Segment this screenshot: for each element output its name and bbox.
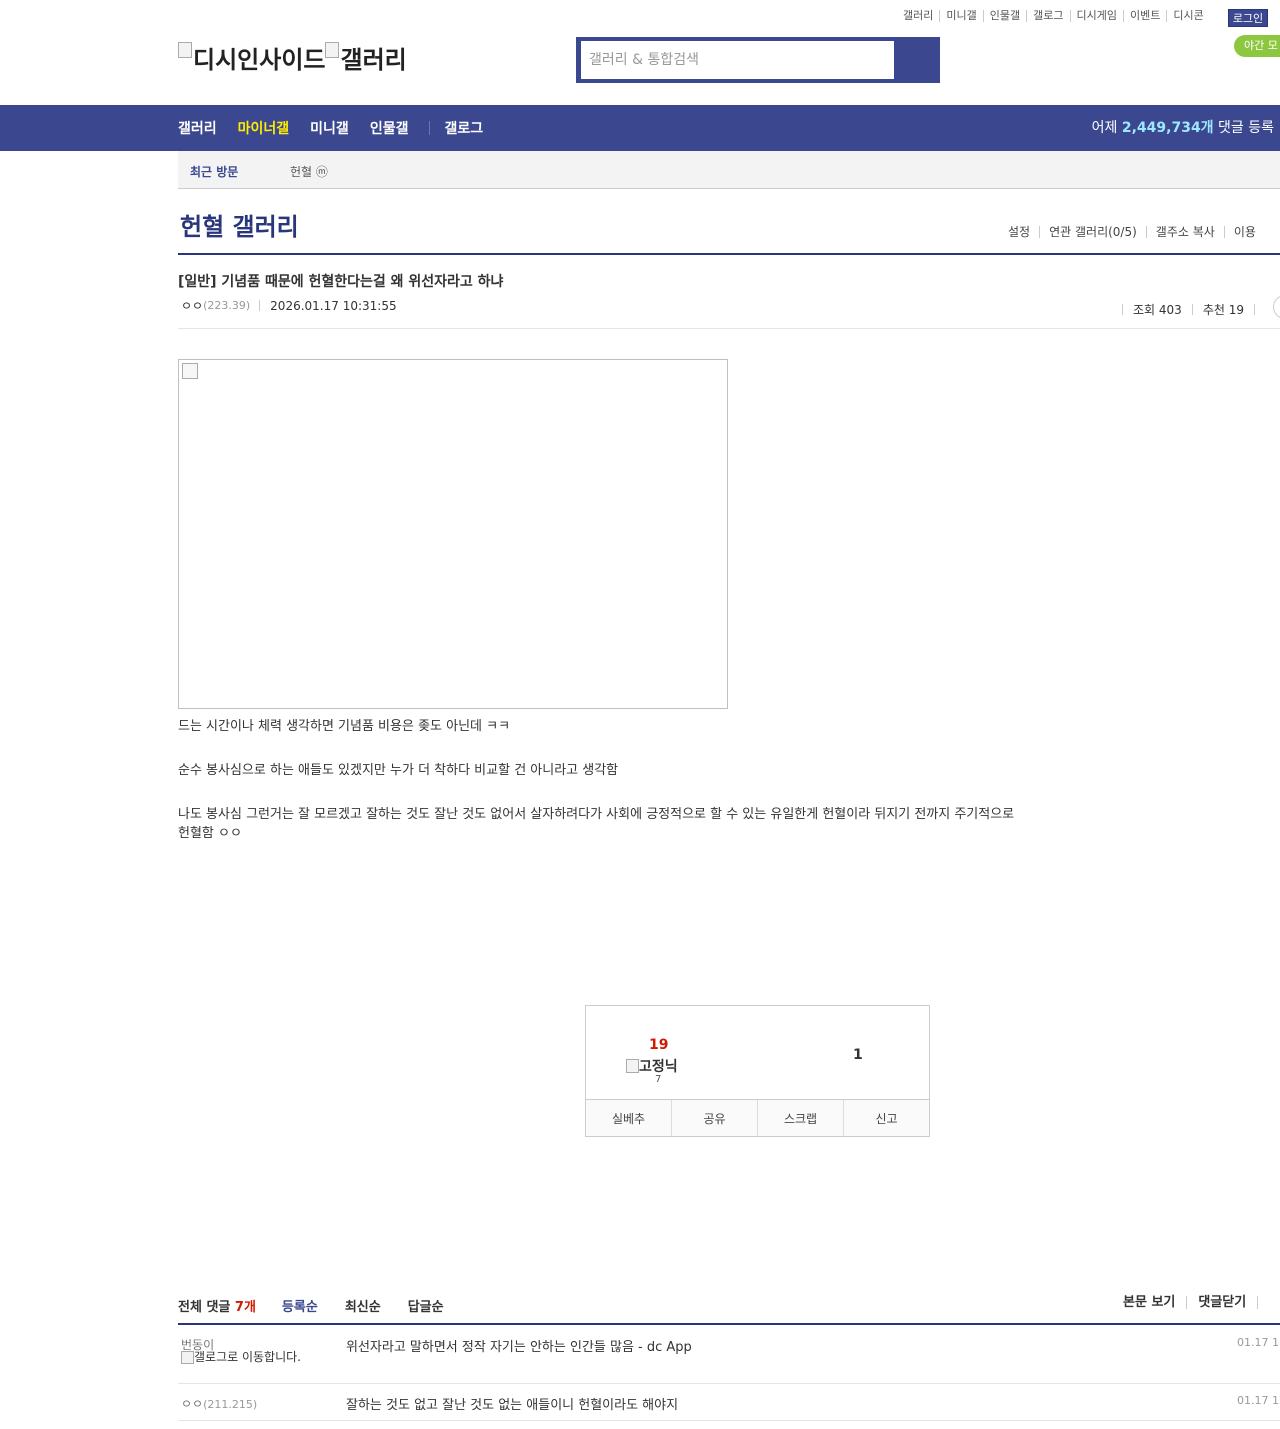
logo-gallery-text: 갤러리 — [340, 46, 407, 74]
comment-total: 전체 댓글 7개 — [178, 1296, 256, 1315]
util-gallog-link[interactable]: 갤로그 — [1026, 10, 1069, 22]
util-event-link[interactable]: 이벤트 — [1122, 10, 1166, 22]
comment-row: ㅇㅇ(211.215) 잘하는 것도 없고 잘난 것도 없는 애들이니 헌혈이라… — [178, 1384, 1280, 1421]
nav-person-gallery[interactable]: 인물갤 — [370, 118, 409, 138]
comment-date: 01.17 12 — [1237, 1394, 1280, 1407]
gallery-title[interactable]: 헌혈 갤러리 — [180, 207, 299, 242]
related-gallery-link[interactable]: 연관 갤러리(0/5) — [1039, 226, 1146, 238]
post-body-line: 드는 시간이나 체력 생각하면 기념품 비용은 좆도 아닌데 ㅋㅋ — [178, 719, 511, 734]
comment-nick[interactable]: ㅇㅇ(211.215) — [181, 1395, 257, 1412]
comment-header-actions: 본문 보기 댓글닫기 — [1123, 1296, 1280, 1309]
nav-gallery[interactable]: 갤러리 — [178, 118, 217, 138]
scrap-button[interactable]: 스크랩 — [757, 1100, 843, 1136]
comment-stat-number: 2,449,734개 — [1121, 120, 1214, 136]
logo-dcinside-text: 디시인사이드 — [193, 46, 326, 74]
recent-visit-label[interactable]: 최근 방문 — [190, 163, 238, 180]
gallog-link[interactable]: 갤로그로 이동합니다. — [181, 1351, 311, 1364]
post-header-divider — [178, 328, 1280, 329]
nav-divider — [429, 121, 431, 135]
login-button[interactable]: 로그인 — [1228, 9, 1268, 27]
search-box — [576, 37, 940, 83]
post-stats: 조회 403 추천 19 — [1122, 295, 1280, 319]
broken-image-icon — [182, 363, 198, 379]
recommend-down-count: 1 — [853, 1047, 863, 1063]
util-persongall-link[interactable]: 인물갤 — [982, 10, 1026, 22]
broken-image-icon — [325, 42, 340, 58]
search-input[interactable] — [581, 41, 894, 79]
comment-row: 번동이 갤로그로 이동합니다. 위선자라고 말하면서 정작 자기는 안하는 인간… — [178, 1325, 1280, 1384]
comment-date: 01.17 11 — [1237, 1336, 1280, 1349]
comment-stat: 어제 2,449,734개 댓글 등록 — [1092, 105, 1274, 151]
gallog-link-text: 갤로그로 이동합니다. — [194, 1350, 301, 1364]
post-actions: 실베추 공유 스크랩 신고 — [586, 1099, 929, 1136]
fixed-nick-count: 7 — [655, 1074, 662, 1085]
comment-total-label: 전체 댓글 — [178, 1300, 235, 1315]
post-body-line: 나도 봉사심 그런거는 잘 모르겠고 잘하는 것도 잘난 것도 없어서 살자하려… — [178, 807, 1015, 822]
view-post-button[interactable]: 본문 보기 — [1123, 1296, 1186, 1309]
gallery-options: 설정 연관 갤러리(0/5) 갤주소 복사 이용 — [1008, 226, 1265, 238]
broken-image-icon — [178, 42, 192, 58]
post-writer[interactable]: ㅇㅇ — [181, 297, 203, 314]
nav-mini-gallery[interactable]: 미니갤 — [310, 118, 349, 138]
share-button[interactable]: 공유 — [671, 1100, 757, 1136]
post-date: 2026.01.17 10:31:55 — [270, 298, 397, 313]
sort-registered-tab[interactable]: 등록순 — [282, 1296, 318, 1315]
recent-visit-item[interactable]: 헌혈 ⓜ — [290, 163, 328, 180]
copy-gallery-url-link[interactable]: 갤주소 복사 — [1145, 226, 1224, 238]
sort-reply-tab[interactable]: 답글순 — [408, 1296, 444, 1315]
nav-gallog[interactable]: 갤로그 — [444, 118, 483, 138]
post-body-line: 순수 봉사심으로 하는 애들도 있겠지만 누가 더 착하다 비교할 건 아니라고… — [178, 763, 619, 778]
comment-header: 전체 댓글 7개 등록순 최신순 답글순 — [178, 1296, 471, 1315]
gallery-usage-link[interactable]: 이용 — [1223, 226, 1265, 238]
report-button[interactable]: 신고 — [843, 1100, 929, 1136]
util-dccon-link[interactable]: 디시콘 — [1166, 10, 1209, 22]
site-logo[interactable]: 디시인사이드 갤러리 — [178, 40, 407, 75]
post-writer-ip: (223.39) — [203, 299, 251, 312]
recommend-box: 19 고정닉 7 1 실베추 공유 스크랩 신고 — [585, 1005, 930, 1137]
util-gallery-link[interactable]: 갤러리 — [903, 10, 939, 22]
gallery-settings-link[interactable]: 설정 — [1008, 226, 1039, 238]
stat-divider — [1191, 303, 1193, 315]
util-minigall-link[interactable]: 미니갤 — [939, 10, 982, 22]
more-options-button[interactable] — [1272, 295, 1280, 319]
stat-divider — [1253, 303, 1255, 315]
util-dcgame-link[interactable]: 디시게임 — [1069, 10, 1123, 22]
comment-text: 위선자라고 말하면서 정작 자기는 안하는 인간들 많음 - dc App — [346, 1340, 692, 1355]
meta-divider — [259, 300, 261, 311]
comment-extra-divider — [1257, 1296, 1280, 1309]
comment-total-count: 7개 — [234, 1300, 256, 1315]
close-comments-button[interactable]: 댓글닫기 — [1186, 1296, 1257, 1309]
broken-image-icon — [626, 1059, 639, 1073]
global-nav: 갤러리 마이너갤 미니갤 인물갤 갤로그 어제 2,449,734개 댓글 등록 — [0, 105, 1280, 151]
title-divider — [178, 253, 1280, 255]
night-mode-button[interactable]: 야간 모 — [1234, 35, 1280, 57]
comment-text: 잘하는 것도 없고 잘난 것도 없는 애들이니 헌혈이라도 해야지 — [346, 1398, 679, 1413]
comment-stat-prefix: 어제 — [1091, 120, 1122, 136]
post-recommends: 추천 19 — [1202, 302, 1244, 317]
post-image[interactable] — [178, 359, 728, 709]
fixed-nick-label: 고정닉 — [626, 1056, 678, 1076]
broken-image-icon — [181, 1351, 194, 1364]
nav-minor-gallery[interactable]: 마이너갤 — [238, 118, 290, 138]
sort-latest-tab[interactable]: 최신순 — [345, 1296, 381, 1315]
post-title: [일반] 기념품 때문에 헌혈한다는걸 왜 위선자라고 하냐 — [178, 274, 504, 290]
post-meta: ㅇㅇ (223.39) 2026.01.17 10:31:55 — [181, 297, 397, 314]
post-body-line: 헌혈함 ㅇㅇ — [178, 826, 242, 841]
comment-nick-text: ㅇㅇ — [181, 1397, 204, 1411]
util-menu: 갤러리 미니갤 인물갤 갤로그 디시게임 이벤트 디시콘 — [903, 10, 1210, 22]
fixed-nick-text: 고정닉 — [639, 1059, 678, 1075]
stat-divider — [1122, 303, 1123, 315]
real-best-button[interactable]: 실베추 — [586, 1100, 671, 1136]
post-views: 조회 403 — [1133, 302, 1182, 317]
recommend-up-count: 19 — [649, 1037, 669, 1053]
comment-stat-suffix: 댓글 등록 — [1213, 120, 1274, 136]
recent-visit-bar: 최근 방문 헌혈 ⓜ — [178, 151, 1280, 189]
comment-ip: (211.215) — [203, 1398, 258, 1411]
